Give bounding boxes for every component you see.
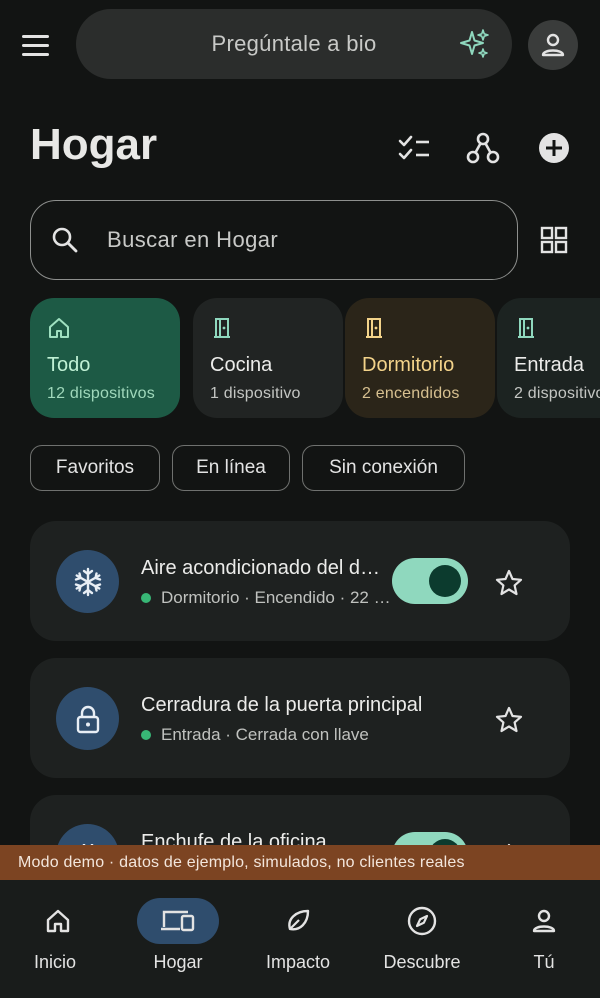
search-icon (51, 225, 81, 255)
search-input[interactable] (107, 227, 487, 253)
nav-item-inicio[interactable]: Inicio (0, 880, 120, 998)
ask-bio-bar[interactable]: Pregúntale a bio (76, 9, 512, 79)
device-status: Entrada · Cerrada con llave (141, 725, 471, 745)
room-carousel[interactable]: Todo 12 dispositivos Cocina 1 dispositiv… (30, 298, 600, 418)
device-status-text: Entrada · Cerrada con llave (161, 725, 369, 744)
compass-icon (407, 906, 437, 936)
nav-label: Tú (533, 952, 555, 972)
room-name: Dormitorio (362, 354, 455, 376)
demo-mode-banner: Modo demo · datos de ejemplo, simulados,… (0, 845, 600, 880)
menu-icon[interactable] (22, 28, 62, 62)
nav-item-hogar[interactable]: Hogar (120, 880, 240, 998)
page-title: Hogar (30, 120, 158, 169)
device-status-text: Dormitorio · Encendido · 22 °C (161, 588, 391, 607)
device-card[interactable]: Aire acondicionado del dormitorio Dormit… (30, 521, 570, 641)
room-name: Cocina (210, 354, 273, 376)
app-root: Pregúntale a bio Hogar Buscar en Hogar T… (0, 0, 600, 998)
room-device-count: 2 encendidos (362, 385, 460, 402)
door-icon (214, 318, 230, 338)
checklist-icon[interactable] (392, 126, 436, 170)
nav-label: Hogar (153, 952, 203, 972)
room-device-count: 12 dispositivos (47, 385, 155, 402)
filter-chip-favoritos[interactable]: Favoritos (30, 445, 160, 491)
account-button[interactable] (528, 20, 578, 70)
online-status-dot (141, 730, 151, 740)
room-card-dormitorio[interactable]: Dormitorio 2 encendidos (345, 298, 495, 418)
room-card-entrada[interactable]: Entrada 2 dispositivos (497, 298, 600, 418)
device-name: Cerradura de la puerta principal (141, 694, 423, 716)
nav-item-descubre[interactable]: Descubre (364, 880, 484, 998)
nav-label: Inicio (33, 952, 77, 972)
home-icon (46, 909, 70, 933)
ask-bio-placeholder: Pregúntale a bio (211, 31, 377, 56)
filter-chip-sin-conexion[interactable]: Sin conexión (302, 445, 465, 491)
filter-chip-en-linea[interactable]: En línea (172, 445, 290, 491)
door-icon (366, 318, 382, 338)
bottom-navigation: Inicio Hogar Impacto Descubre Tú (0, 880, 600, 998)
nav-item-impacto[interactable]: Impacto (240, 880, 360, 998)
room-name: Entrada (514, 354, 585, 376)
door-icon (518, 318, 534, 338)
room-card-cocina[interactable]: Cocina 1 dispositivo (193, 298, 343, 418)
device-power-toggle[interactable] (392, 558, 468, 604)
toggle-knob (429, 565, 461, 597)
grid-view-icon[interactable] (534, 220, 574, 260)
nav-item-tu[interactable]: Tú (486, 880, 600, 998)
device-card[interactable]: Cerradura de la puerta principal Entrada… (30, 658, 570, 778)
star-icon[interactable] (492, 566, 526, 600)
room-device-count: 2 dispositivos (514, 385, 600, 402)
leaf-icon (288, 909, 310, 931)
nav-label: Descubre (383, 952, 461, 972)
home-icon (49, 318, 69, 338)
device-name: Aire acondicionado del dormitorio (141, 557, 391, 579)
person-icon (541, 33, 565, 57)
online-status-dot (141, 593, 151, 603)
person-icon (532, 909, 556, 933)
room-device-count: 1 dispositivo (210, 385, 301, 402)
search-bar[interactable] (30, 200, 518, 280)
snowflake-icon (56, 550, 119, 613)
room-card-todo[interactable]: Todo 12 dispositivos (30, 298, 180, 418)
add-circle-icon[interactable] (532, 126, 576, 170)
room-name: Todo (47, 354, 91, 376)
star-icon[interactable] (492, 703, 526, 737)
device-status: Dormitorio · Encendido · 22 °C (141, 588, 391, 608)
connections-icon[interactable] (461, 126, 505, 170)
devices-icon (161, 910, 195, 932)
nav-label: Impacto (265, 952, 331, 972)
sparkle-icon (460, 29, 489, 58)
lock-icon (56, 687, 119, 750)
